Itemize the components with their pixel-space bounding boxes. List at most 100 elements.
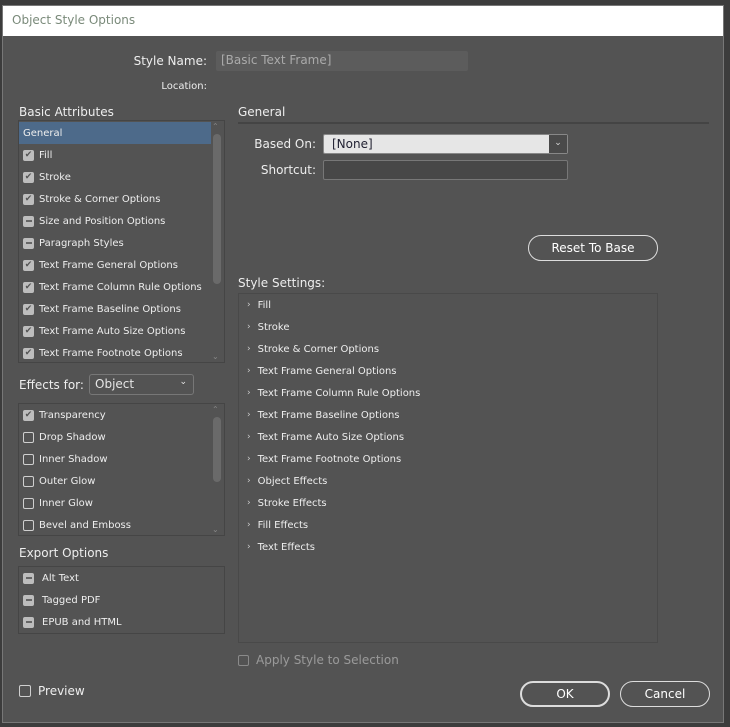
list-item[interactable]: ✔ Stroke	[23, 166, 71, 188]
style-settings-item[interactable]: › Stroke & Corner Options	[247, 338, 379, 360]
list-item-label: Inner Glow	[39, 497, 93, 509]
checkbox-icon[interactable]: ✔	[23, 347, 34, 359]
chevron-right-icon[interactable]: ›	[247, 366, 251, 376]
list-item-label: Alt Text	[42, 572, 79, 584]
scroll-down-icon[interactable]: ⌄	[212, 352, 219, 361]
scrollbar-thumb[interactable]	[213, 417, 221, 482]
checkbox-icon[interactable]	[23, 431, 34, 443]
list-item[interactable]: Outer Glow	[23, 470, 95, 492]
checkbox-icon[interactable]: ✔	[23, 259, 34, 271]
list-item-label: Inner Shadow	[39, 453, 108, 465]
list-item[interactable]: Alt Text	[23, 567, 79, 589]
list-item[interactable]: ✔ Stroke & Corner Options	[23, 188, 160, 210]
scrollbar[interactable]: ⌃ ⌄	[211, 405, 223, 534]
effects-for-select[interactable]: Object ⌄	[89, 374, 194, 395]
based-on-select[interactable]: [None] ⌄	[323, 134, 568, 154]
style-name-input[interactable]: [Basic Text Frame]	[216, 51, 468, 71]
chevron-right-icon[interactable]: ›	[247, 432, 251, 442]
style-settings-item[interactable]: › Text Frame General Options	[247, 360, 397, 382]
chevron-down-icon: ⌄	[549, 135, 567, 153]
checkbox-icon	[238, 654, 249, 666]
mixed-checkbox-icon[interactable]	[23, 594, 34, 606]
style-settings-heading: Style Settings:	[238, 276, 326, 290]
chevron-right-icon[interactable]: ›	[247, 542, 251, 552]
chevron-right-icon[interactable]: ›	[247, 344, 251, 354]
chevron-right-icon[interactable]: ›	[247, 300, 251, 310]
list-item[interactable]: Bevel and Emboss	[23, 514, 131, 536]
style-settings-item[interactable]: › Text Frame Footnote Options	[247, 448, 401, 470]
scroll-down-icon[interactable]: ⌄	[212, 525, 219, 534]
preview-label: Preview	[38, 684, 85, 698]
checkbox-icon[interactable]: ✔	[23, 193, 34, 205]
checkbox-icon[interactable]: ✔	[23, 409, 34, 421]
chevron-right-icon[interactable]: ›	[247, 410, 251, 420]
style-settings-item-label: Text Frame Baseline Options	[257, 409, 400, 421]
shortcut-label: Shortcut:	[260, 163, 316, 177]
style-settings-item[interactable]: › Text Frame Auto Size Options	[247, 426, 404, 448]
style-settings-item[interactable]: › Text Effects	[247, 536, 315, 558]
list-item[interactable]: ✔ Text Frame Baseline Options	[23, 298, 181, 320]
shortcut-input[interactable]	[323, 160, 568, 180]
chevron-right-icon[interactable]: ›	[247, 498, 251, 508]
list-item[interactable]: Inner Glow	[23, 492, 93, 514]
checkbox-icon	[19, 685, 31, 697]
chevron-right-icon[interactable]: ›	[247, 322, 251, 332]
basic-attributes-heading: Basic Attributes	[19, 105, 114, 119]
list-item[interactable]: Tagged PDF	[23, 589, 100, 611]
style-settings-item[interactable]: › Text Frame Column Rule Options	[247, 382, 420, 404]
list-item[interactable]: Paragraph Styles	[23, 232, 124, 254]
chevron-right-icon[interactable]: ›	[247, 520, 251, 530]
checkbox-icon[interactable]: ✔	[23, 171, 34, 183]
list-item[interactable]: ✔ Text Frame Auto Size Options	[23, 320, 185, 342]
chevron-right-icon[interactable]: ›	[247, 388, 251, 398]
checkbox-icon[interactable]: ✔	[23, 303, 34, 315]
checkbox-icon[interactable]: ✔	[23, 149, 34, 161]
apply-style-label: Apply Style to Selection	[256, 653, 399, 667]
apply-style-checkbox[interactable]: Apply Style to Selection	[238, 653, 399, 667]
style-settings-item[interactable]: › Stroke	[247, 316, 289, 338]
mixed-checkbox-icon[interactable]	[23, 616, 34, 628]
checkbox-icon[interactable]: ✔	[23, 281, 34, 293]
scroll-up-icon[interactable]: ⌃	[212, 405, 219, 414]
list-item[interactable]: Size and Position Options	[23, 210, 165, 232]
list-item[interactable]: Drop Shadow	[23, 426, 106, 448]
based-on-value: [None]	[332, 137, 373, 151]
style-settings-item[interactable]: › Fill Effects	[247, 514, 308, 536]
list-item-label: EPUB and HTML	[42, 616, 122, 628]
list-item[interactable]: EPUB and HTML	[23, 611, 122, 633]
list-item[interactable]: ✔ Fill	[23, 144, 52, 166]
mixed-checkbox-icon[interactable]	[23, 237, 34, 249]
effects-for-value: Object	[95, 377, 135, 391]
scrollbar[interactable]: ⌃ ⌄	[211, 122, 223, 361]
checkbox-icon[interactable]	[23, 497, 34, 509]
mixed-checkbox-icon[interactable]	[23, 215, 34, 227]
list-item[interactable]: General	[23, 122, 62, 144]
list-item[interactable]: ✔ Text Frame General Options	[23, 254, 178, 276]
preview-checkbox[interactable]: Preview	[19, 684, 85, 698]
scrollbar-thumb[interactable]	[213, 134, 221, 284]
checkbox-icon[interactable]	[23, 519, 34, 531]
checkbox-icon[interactable]	[23, 475, 34, 487]
chevron-right-icon[interactable]: ›	[247, 476, 251, 486]
checkbox-icon[interactable]: ✔	[23, 325, 34, 337]
ok-button[interactable]: OK	[520, 681, 610, 707]
cancel-button[interactable]: Cancel	[620, 681, 710, 707]
scroll-up-icon[interactable]: ⌃	[212, 122, 219, 131]
list-item[interactable]: Inner Shadow	[23, 448, 108, 470]
checkbox-icon[interactable]	[23, 453, 34, 465]
basic-attributes-list: ⌃ ⌄ General ✔ Fill ✔ Stroke ✔ Stroke & Corner Op…	[18, 120, 225, 363]
style-settings-item[interactable]: › Fill	[247, 294, 271, 316]
chevron-right-icon[interactable]: ›	[247, 454, 251, 464]
general-heading: General	[238, 105, 286, 119]
list-item[interactable]: ✔ Text Frame Column Rule Options	[23, 276, 202, 298]
style-settings-item-label: Text Frame General Options	[257, 365, 397, 377]
style-settings-tree: › Fill › Stroke › Stroke & Corner Options › Tex…	[238, 293, 658, 643]
based-on-label: Based On:	[254, 137, 316, 151]
list-item[interactable]: ✔ Transparency	[23, 404, 106, 426]
reset-to-base-button[interactable]: Reset To Base	[528, 235, 658, 261]
style-settings-item[interactable]: › Text Frame Baseline Options	[247, 404, 400, 426]
style-settings-item[interactable]: › Object Effects	[247, 470, 327, 492]
style-settings-item[interactable]: › Stroke Effects	[247, 492, 327, 514]
list-item[interactable]: ✔ Text Frame Footnote Options	[23, 342, 183, 364]
mixed-checkbox-icon[interactable]	[23, 572, 34, 584]
